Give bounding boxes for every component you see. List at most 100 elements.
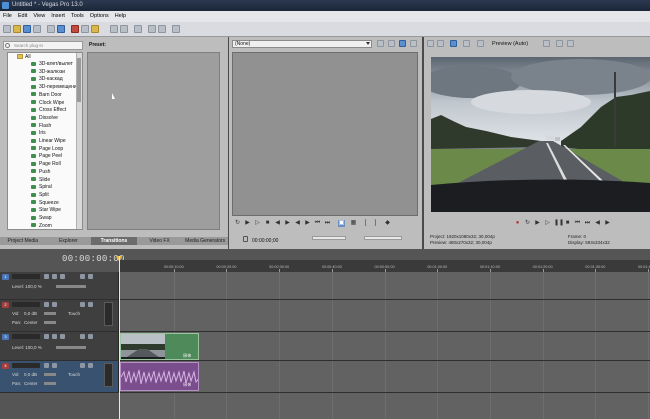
track-fx-icon[interactable] xyxy=(52,363,57,368)
mute-icon[interactable] xyxy=(80,274,85,279)
copy-icon[interactable] xyxy=(81,25,89,33)
transition-item[interactable]: Squeeze xyxy=(8,200,59,207)
prev-frame-icon[interactable]: ◀ xyxy=(274,220,281,227)
level-slider[interactable] xyxy=(56,346,86,349)
trimmer-tool-icon[interactable] xyxy=(388,40,395,47)
preview-properties-icon[interactable] xyxy=(427,40,434,47)
tab-media-generators[interactable]: Media Generators xyxy=(182,237,228,245)
transition-item[interactable]: 3D-жалюзи xyxy=(8,69,65,76)
solo-icon[interactable] xyxy=(88,302,93,307)
start-icon[interactable]: ⏮ xyxy=(314,220,321,227)
pan-slider[interactable] xyxy=(44,382,56,385)
trimmer-slider[interactable] xyxy=(312,236,346,240)
chevron-down-icon[interactable] xyxy=(366,42,370,45)
render-icon[interactable] xyxy=(47,25,55,33)
preview-quality-icon[interactable] xyxy=(477,40,484,47)
next-frame-icon[interactable]: ▶ xyxy=(604,220,611,227)
copy-snapshot-icon[interactable] xyxy=(556,40,563,47)
transition-item[interactable]: Split xyxy=(8,192,49,199)
arm-record-icon[interactable] xyxy=(44,363,49,368)
play-icon[interactable]: ▶ xyxy=(244,220,251,227)
video-preview[interactable] xyxy=(431,57,650,212)
tree-scrollbar-thumb[interactable] xyxy=(77,58,81,102)
insert-icon[interactable]: ▣ xyxy=(338,220,345,227)
track-fx-icon[interactable] xyxy=(52,302,57,307)
track-header-video-1[interactable]: 1 Level: 100,0 % xyxy=(0,272,119,299)
level-slider[interactable] xyxy=(56,285,86,288)
track-header-video-3[interactable]: 3 Level: 100,0 % xyxy=(0,332,119,360)
menu-help[interactable]: Help xyxy=(115,11,126,22)
audio-clip[interactable]: ⊞⊗ xyxy=(120,362,199,391)
transition-item[interactable]: Star Wipe xyxy=(8,207,61,214)
transition-item[interactable]: Dissolve xyxy=(8,115,58,122)
transition-item[interactable]: Page Loop xyxy=(8,146,63,153)
playhead[interactable] xyxy=(119,256,120,419)
solo-icon[interactable] xyxy=(88,334,93,339)
import-icon[interactable] xyxy=(57,25,65,33)
trimmer-tool-icon[interactable] xyxy=(377,40,384,47)
track-header-audio-4[interactable]: 4 Vol: 0,0 dB Touch Pan: Center xyxy=(0,361,119,392)
trimmer-view[interactable] xyxy=(232,52,418,216)
video-fx-icon[interactable] xyxy=(450,40,457,47)
search-input[interactable]: Search plug-in xyxy=(3,41,83,50)
external-monitor-icon[interactable] xyxy=(437,40,444,47)
split-screen-icon[interactable] xyxy=(463,40,470,47)
track-name-field[interactable] xyxy=(12,363,40,368)
clip-fx-icon[interactable]: ⊞⊗ xyxy=(183,382,191,388)
menu-insert[interactable]: Insert xyxy=(51,11,65,22)
menu-tools[interactable]: Tools xyxy=(71,11,84,22)
stop-icon[interactable]: ■ xyxy=(264,220,271,227)
transition-item[interactable]: Slide xyxy=(8,177,50,184)
play-icon[interactable]: ▷ xyxy=(544,220,551,227)
record-icon[interactable]: ● xyxy=(514,220,521,227)
track-fx-icon[interactable] xyxy=(52,274,57,279)
track-name-field[interactable] xyxy=(12,334,40,339)
automation-touch[interactable]: Touch xyxy=(68,311,80,316)
mark-out-icon[interactable]: ] xyxy=(372,220,379,227)
transition-item[interactable]: 3D-перемещение xyxy=(8,84,80,91)
transition-item[interactable]: Iris xyxy=(8,130,46,137)
transition-item[interactable]: Swap xyxy=(8,215,52,222)
tab-explorer[interactable]: Explorer xyxy=(46,237,92,245)
timeline-ruler[interactable]: 00:00:10:00 00:00:20:00 00:00:30:00 00:00:4… xyxy=(119,260,650,272)
trimmer-tool-icon[interactable] xyxy=(410,40,417,47)
clip-fx-icon[interactable]: ⊞⊗ xyxy=(183,353,191,359)
loop-icon[interactable]: ↻ xyxy=(234,220,241,227)
menu-options[interactable]: Options xyxy=(90,11,109,22)
overwrite-icon[interactable]: ▦ xyxy=(350,220,357,227)
tab-video-fx[interactable]: Video FX xyxy=(137,237,183,245)
forward-icon[interactable]: ▶ xyxy=(304,220,311,227)
transition-item[interactable]: Barn Door xyxy=(8,92,62,99)
transition-item[interactable]: Clock Wipe xyxy=(8,100,64,107)
redo-icon[interactable] xyxy=(120,25,128,33)
menu-file[interactable]: File xyxy=(3,11,12,22)
vol-slider[interactable] xyxy=(44,373,56,376)
loop-icon[interactable]: ↻ xyxy=(524,220,531,227)
automation-touch[interactable]: Touch xyxy=(68,372,80,377)
solo-icon[interactable] xyxy=(88,274,93,279)
track-motion-icon[interactable] xyxy=(44,334,49,339)
transition-item[interactable]: Push xyxy=(8,169,50,176)
trimmer-zoom-slider[interactable] xyxy=(364,236,402,240)
save-snapshot-icon[interactable] xyxy=(567,40,574,47)
transitions-tree[interactable]: All 3D-влет/вылет 3D-жалюзи 3D-каскад 3D-пер… xyxy=(7,52,83,230)
menu-view[interactable]: View xyxy=(33,11,45,22)
pause-icon[interactable]: ❚❚ xyxy=(554,220,564,227)
arm-record-icon[interactable] xyxy=(44,302,49,307)
prev-frame-icon[interactable]: ◀ xyxy=(594,220,601,227)
track-header-audio-2[interactable]: 2 Vol: 0,0 dB Touch Pan: Center xyxy=(0,300,119,331)
play-icon[interactable]: ▷ xyxy=(254,220,261,227)
start-icon[interactable]: ⏮ xyxy=(574,220,581,227)
end-icon[interactable]: ⏭ xyxy=(324,220,331,227)
transition-item[interactable]: Zoom xyxy=(8,223,52,229)
paste-icon[interactable] xyxy=(91,25,99,33)
overlays-icon[interactable] xyxy=(543,40,550,47)
track-compositing-icon[interactable] xyxy=(60,334,65,339)
tab-project-media[interactable]: Project Media xyxy=(0,237,46,245)
marker-icon[interactable]: ◆ xyxy=(384,220,391,227)
play-from-start-icon[interactable]: ▶ xyxy=(534,220,541,227)
tab-transitions[interactable]: Transitions xyxy=(91,237,137,245)
transition-item[interactable]: Page Roll xyxy=(8,161,61,168)
lock-envelopes-icon[interactable] xyxy=(158,25,166,33)
menu-edit[interactable]: Edit xyxy=(18,11,27,22)
